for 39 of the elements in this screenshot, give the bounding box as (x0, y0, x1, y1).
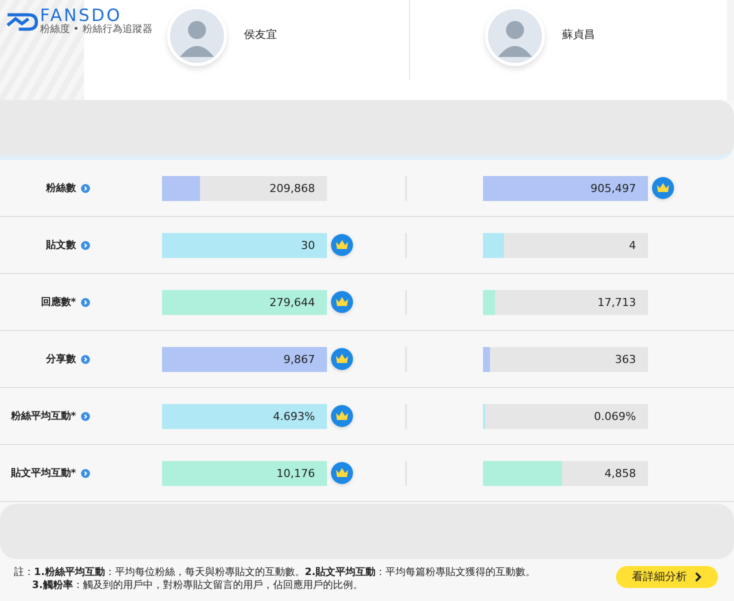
metric-value: 30 (301, 238, 315, 254)
crown-icon (331, 234, 353, 256)
logo-tagline: 粉絲度 • 粉絲行為追蹤器 (40, 25, 152, 35)
chevron-right-icon (695, 572, 702, 582)
metric-value: 4,858 (604, 466, 636, 482)
crown-icon (331, 348, 353, 370)
metric-value: 17,713 (598, 294, 636, 310)
crown-icon (652, 177, 674, 199)
info-icon[interactable] (81, 412, 90, 420)
info-icon[interactable] (81, 468, 90, 478)
info-icon[interactable] (81, 240, 90, 250)
metric-value: 0.069% (594, 408, 636, 424)
metric-label: 粉絲平均互動* (10, 410, 76, 424)
crown-icon (331, 462, 353, 484)
metric-value: 9,867 (284, 352, 315, 368)
logo-wordmark: FANSDO (40, 8, 122, 25)
metric-label: 分享數 (46, 352, 76, 366)
metric-value: 10,176 (276, 466, 315, 482)
footnote: 註：1.粉絲平均互動：平均每位粉絲，每天與粉專貼文的互動數。2.貼文平均互動：平均每篇粉專貼文獲得的互動數。 (14, 566, 536, 579)
metric-label: 貼文數 (46, 238, 76, 252)
crown-icon (331, 405, 353, 427)
info-icon[interactable] (81, 354, 90, 364)
metric-value: 209,868 (270, 180, 315, 196)
metric-label: 貼文平均互動* (10, 466, 76, 480)
metric-value: 279,644 (270, 294, 315, 310)
metric-value: 4 (629, 238, 636, 254)
info-icon[interactable] (81, 298, 90, 306)
candidate-name: 侯友宜 (244, 27, 277, 43)
candidate-name: 蘇貞昌 (562, 27, 595, 43)
metric-label: 粉絲數 (46, 182, 76, 196)
metric-value: 4.693% (273, 408, 315, 424)
metric-value: 905,497 (590, 180, 636, 196)
metric-label: 回應數* (40, 295, 76, 310)
info-icon[interactable] (81, 184, 90, 192)
detail-button[interactable]: 看詳細分析 (616, 566, 718, 588)
crown-icon (331, 291, 353, 313)
metric-value: 363 (615, 352, 636, 368)
logo-icon (6, 12, 38, 32)
footnote: 3.觸粉率：觸及到的用戶中，對粉專貼文留言的用戶，佔回應用戶的比例。 (31, 579, 364, 592)
